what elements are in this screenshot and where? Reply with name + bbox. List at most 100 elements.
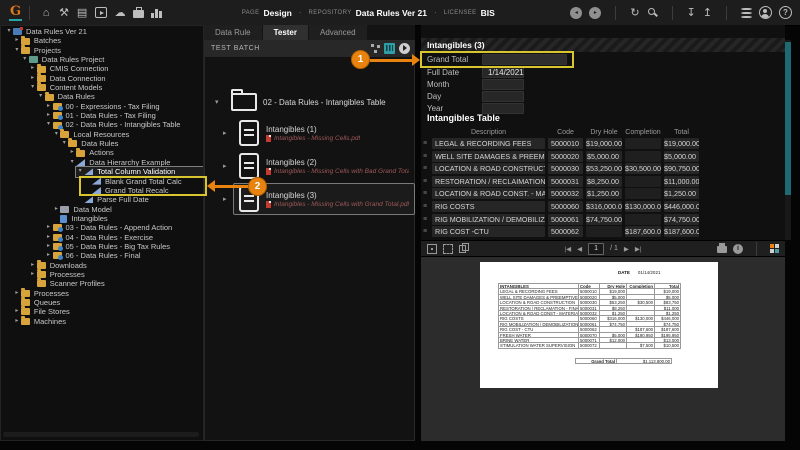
run-test-button[interactable] bbox=[399, 43, 410, 54]
caret-right-icon[interactable]: ▸ bbox=[223, 162, 233, 170]
tab[interactable]: Advanced bbox=[309, 25, 367, 40]
search-icon[interactable] bbox=[647, 7, 658, 18]
cell-code[interactable]: 5000030 bbox=[548, 163, 583, 174]
cell-dry-hole[interactable]: $53,250.00 bbox=[586, 163, 622, 174]
tree-item[interactable]: Processes bbox=[29, 270, 203, 279]
tree-item[interactable]: Processes bbox=[13, 289, 203, 298]
tree-caret-icon[interactable] bbox=[13, 289, 21, 298]
cell-description[interactable]: LEGAL & RECORDING FEES bbox=[432, 138, 545, 149]
cell-completion[interactable] bbox=[625, 151, 661, 162]
cell-code[interactable]: 5000062 bbox=[548, 226, 583, 237]
cell-completion[interactable] bbox=[625, 138, 661, 149]
cell-total[interactable]: $90,750.00 bbox=[664, 163, 699, 174]
tree-caret-icon[interactable] bbox=[45, 223, 53, 232]
cell-dry-hole[interactable]: $19,000.00 bbox=[586, 138, 622, 149]
tree-item[interactable]: 04 - Data Rules - Exercise bbox=[45, 233, 204, 242]
drag-handle-icon[interactable] bbox=[421, 203, 429, 210]
tree-caret-icon[interactable] bbox=[45, 111, 53, 120]
tree-item[interactable]: 02 - Data Rules - Intangibles Table bbox=[45, 120, 204, 129]
drag-handle-icon[interactable] bbox=[421, 216, 429, 223]
caret-right-icon[interactable]: ▸ bbox=[223, 195, 233, 203]
tree-item[interactable]: 06 - Data Rules - Final bbox=[45, 251, 204, 260]
cell-completion[interactable] bbox=[625, 188, 661, 199]
tree-caret-icon[interactable] bbox=[29, 64, 37, 73]
table-row[interactable]: WELL SITE DAMAGES & PREEMPTIVE PAYMENTS … bbox=[421, 151, 785, 162]
tree-caret-icon[interactable] bbox=[45, 233, 53, 242]
cell-completion[interactable] bbox=[625, 176, 661, 187]
tree-item[interactable]: Parse Full Date bbox=[76, 195, 203, 204]
scrollbar-thumb[interactable] bbox=[785, 42, 791, 195]
tree-caret-icon[interactable] bbox=[45, 242, 53, 251]
user-icon[interactable] bbox=[759, 6, 772, 19]
document-card[interactable]: Intangibles (1) Intangibles - Missing Ce… bbox=[233, 117, 413, 149]
tree-item[interactable]: Content Models bbox=[29, 83, 203, 92]
table-row[interactable]: LEGAL & RECORDING FEES 5000010 $19,000.0… bbox=[421, 138, 785, 149]
cell-total[interactable]: $5,000.00 bbox=[664, 151, 699, 162]
help-icon[interactable]: ? bbox=[779, 6, 792, 19]
cell-description[interactable]: RESTORATION / RECLAIMATION - FINAL bbox=[432, 176, 545, 187]
cell-dry-hole[interactable]: $5,000.00 bbox=[586, 151, 622, 162]
month-input[interactable] bbox=[482, 79, 524, 90]
tree-caret-icon[interactable] bbox=[21, 55, 29, 64]
tree-item[interactable]: Data Model bbox=[52, 205, 203, 214]
refresh-icon[interactable]: ↻ bbox=[630, 1, 639, 25]
cell-description[interactable]: RIG COSTS bbox=[432, 201, 545, 212]
tree-item[interactable]: CMIS Connection bbox=[29, 64, 203, 73]
horizontal-scrollbar[interactable] bbox=[3, 432, 199, 437]
drag-handle-icon[interactable] bbox=[421, 228, 429, 235]
cell-code[interactable]: 5000032 bbox=[548, 188, 583, 199]
cell-total[interactable]: $11,000.00 bbox=[664, 176, 699, 187]
tree-caret-icon[interactable] bbox=[5, 27, 13, 36]
tree-caret-icon[interactable] bbox=[29, 261, 37, 270]
tree-caret-icon[interactable] bbox=[45, 251, 53, 260]
cell-dry-hole[interactable]: $8,250.00 bbox=[586, 176, 622, 187]
tree-caret-icon[interactable] bbox=[29, 270, 37, 279]
tree-item[interactable]: Scanner Profiles bbox=[29, 279, 203, 288]
print-icon[interactable] bbox=[717, 246, 727, 253]
tree-item[interactable]: Projects bbox=[13, 46, 203, 55]
tree-item[interactable]: Actions bbox=[68, 148, 203, 157]
cell-total[interactable]: $19,000.00 bbox=[664, 138, 699, 149]
cell-completion[interactable]: $187,600.0 bbox=[625, 226, 661, 237]
tree-item[interactable]: Batches bbox=[13, 36, 203, 45]
cell-dry-hole[interactable] bbox=[586, 226, 622, 237]
tree-caret-icon[interactable] bbox=[52, 205, 60, 214]
tree-caret-icon[interactable] bbox=[45, 102, 53, 111]
drag-handle-icon[interactable] bbox=[421, 178, 429, 185]
tree-item[interactable]: File Stores bbox=[13, 307, 203, 316]
day-input[interactable] bbox=[482, 91, 524, 102]
tree-caret-icon[interactable] bbox=[13, 317, 21, 326]
document-preview-area[interactable]: DATE 01/14/2021 INTANGIBLES Code Dry Hol… bbox=[421, 257, 785, 441]
cell-dry-hole[interactable]: $316,000.0 bbox=[586, 201, 622, 212]
tree-item[interactable]: 00 - Expressions - Tax Filing bbox=[45, 102, 204, 111]
next-page-button[interactable]: ▶ bbox=[624, 245, 629, 253]
tree-caret-icon[interactable] bbox=[60, 139, 68, 148]
jobs-icon[interactable] bbox=[133, 10, 144, 18]
document-row[interactable]: ▸ Intangibles (1) Intangibles - Missing … bbox=[223, 117, 413, 149]
caret-down-icon[interactable]: ▾ bbox=[215, 98, 225, 106]
forward-button[interactable]: ▸ bbox=[589, 7, 601, 19]
tree-caret-icon[interactable] bbox=[13, 46, 21, 55]
grooper-logo-icon[interactable]: G bbox=[9, 5, 22, 21]
drag-handle-icon[interactable] bbox=[421, 165, 429, 172]
cell-completion[interactable] bbox=[625, 214, 661, 225]
table-row[interactable]: RIG COST -CTU 5000062 $187,600.0 $187,60… bbox=[421, 226, 785, 237]
table-row[interactable]: RIG COSTS 5000060 $316,000.0 $130,000.0 … bbox=[421, 201, 785, 212]
tree-item[interactable]: 05 - Data Rules - Big Tax Rules bbox=[45, 242, 204, 251]
cell-total[interactable]: $446,000.0 bbox=[664, 201, 699, 212]
full-date-input[interactable]: 1/14/2021 bbox=[482, 67, 524, 78]
cell-code[interactable]: 5000010 bbox=[548, 138, 583, 149]
tab[interactable]: Tester bbox=[263, 25, 308, 40]
tree-item[interactable]: Queues bbox=[13, 298, 203, 307]
tree-item[interactable]: Downloads bbox=[29, 261, 203, 270]
tree-item[interactable]: Data Rules bbox=[60, 139, 203, 148]
table-row[interactable]: LOCATION & ROAD CONSTRUCTION 5000030 $53… bbox=[421, 163, 785, 174]
cell-description[interactable]: RIG COST -CTU bbox=[432, 226, 545, 237]
cell-dry-hole[interactable]: $74,750.00 bbox=[586, 214, 622, 225]
copy-page-icon[interactable] bbox=[459, 245, 466, 253]
stats-icon[interactable] bbox=[151, 8, 163, 18]
first-page-button[interactable]: |◀ bbox=[564, 245, 571, 253]
batch-folder-row[interactable]: ▾ 02 - Data Rules - Intangibles Table bbox=[215, 90, 386, 114]
drag-handle-icon[interactable] bbox=[421, 153, 429, 160]
cell-code[interactable]: 5000060 bbox=[548, 201, 583, 212]
